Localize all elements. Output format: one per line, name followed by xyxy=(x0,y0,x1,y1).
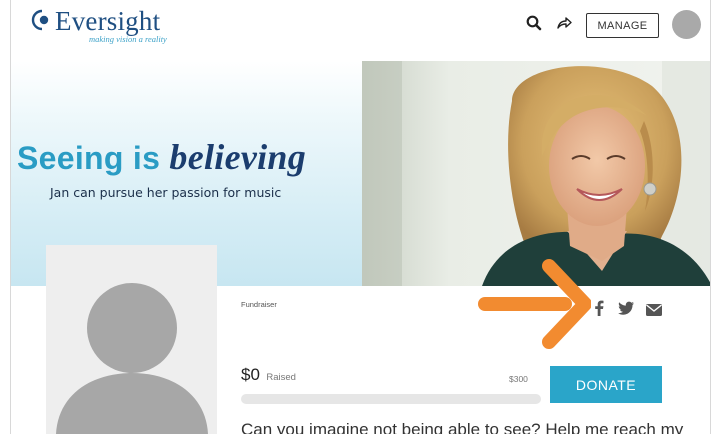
headline-part-2: believing xyxy=(169,137,307,177)
logo-mark-icon xyxy=(31,9,49,31)
fundraiser-type-label: Fundraiser xyxy=(241,300,277,309)
share-icon[interactable] xyxy=(555,14,573,32)
twitter-icon[interactable] xyxy=(617,300,635,316)
mail-icon[interactable] xyxy=(645,302,663,318)
user-avatar[interactable] xyxy=(672,10,701,39)
eversight-logo[interactable]: Eversight making vision a reality xyxy=(31,6,181,46)
brand-name: Eversight xyxy=(55,6,161,36)
headline-part-1: Seeing is xyxy=(17,140,170,176)
fundraiser-profile-photo xyxy=(46,245,217,434)
page-frame: Eversight making vision a reality MANAGE… xyxy=(10,0,711,434)
banner-headline: Seeing is believing xyxy=(17,136,306,178)
portrait-photo xyxy=(362,61,710,286)
facebook-icon[interactable] xyxy=(593,300,605,316)
raised-value: $0 xyxy=(241,365,260,384)
brand-tagline: making vision a reality xyxy=(89,34,167,44)
banner-subline: Jan can pursue her passion for music xyxy=(50,185,282,200)
goal-amount: $300 xyxy=(509,374,528,384)
banner-photo xyxy=(362,61,710,286)
progress-bar xyxy=(241,394,541,404)
orange-arrow-annotation xyxy=(478,259,591,349)
top-header: Eversight making vision a reality MANAGE xyxy=(11,0,710,58)
manage-button[interactable]: MANAGE xyxy=(586,13,659,38)
donate-button[interactable]: DONATE xyxy=(550,366,662,403)
raised-label: Raised xyxy=(266,372,296,383)
profile-placeholder-icon xyxy=(56,283,208,434)
search-icon[interactable] xyxy=(525,14,543,32)
raised-amount: $0 Raised xyxy=(241,365,296,385)
story-preview: Can you imagine not being able to see? H… xyxy=(241,420,684,434)
